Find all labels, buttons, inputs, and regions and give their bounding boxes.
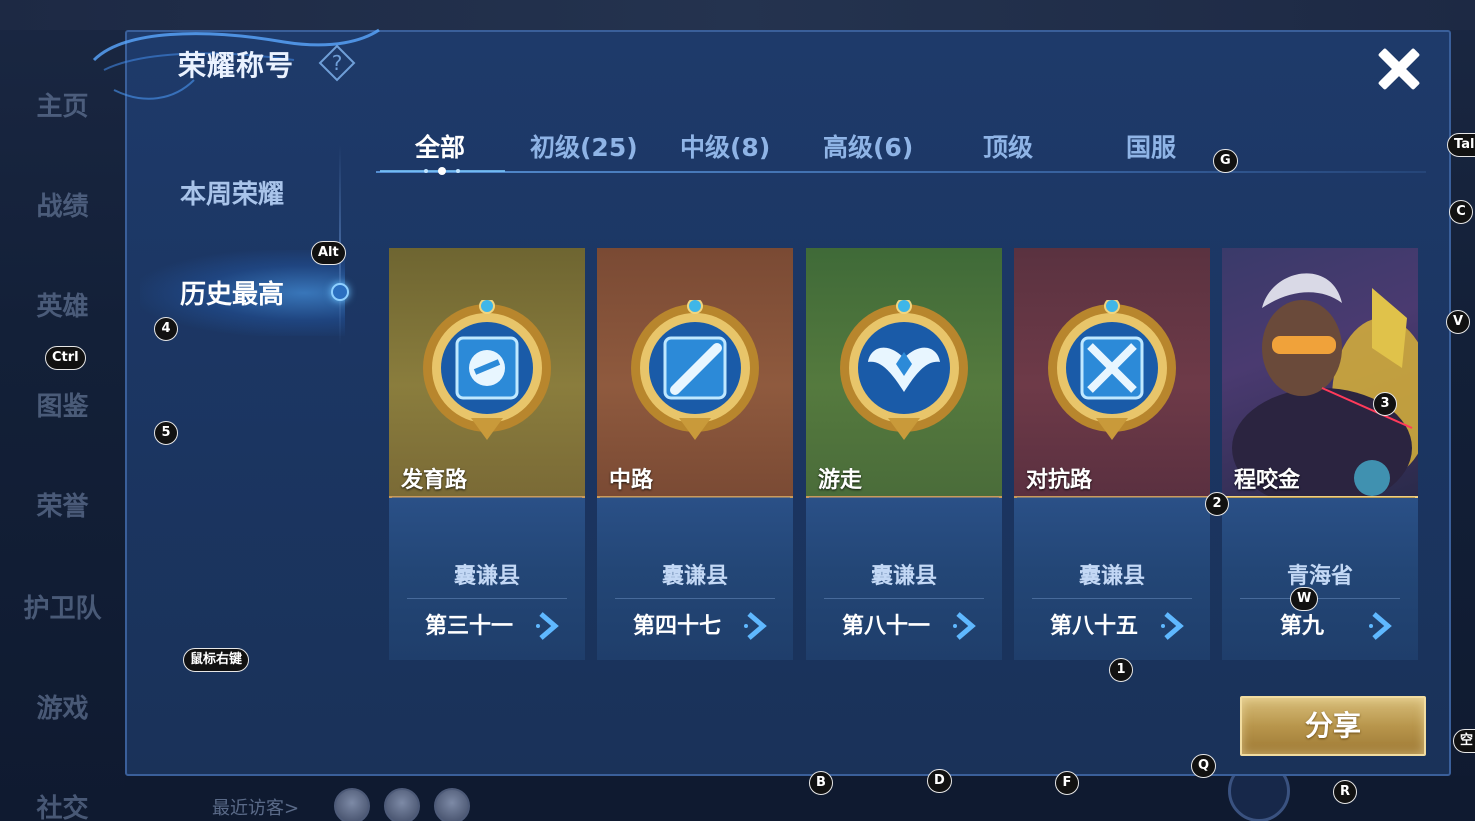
menu-heroes: 英雄 — [36, 292, 89, 322]
key-hint-1: 1 — [1109, 658, 1133, 682]
card-region: 囊谦县 — [453, 564, 520, 589]
honor-card-marksman[interactable]: 发育路 囊谦县 第三十一 — [389, 248, 585, 660]
card-divider — [1032, 598, 1192, 599]
question-icon[interactable]: ? — [318, 44, 356, 82]
panel-title: 荣耀称号 — [178, 49, 295, 82]
card-region: 囊谦县 — [1078, 564, 1145, 589]
active-tab-indicator — [380, 167, 505, 175]
card-background — [597, 248, 793, 498]
card-divider — [407, 598, 567, 599]
card-background — [806, 248, 1002, 498]
menu-gallery: 图鉴 — [36, 392, 89, 422]
card-title: 发育路 — [401, 468, 468, 493]
key-hint-3: 3 — [1373, 392, 1397, 416]
card-region: 青海省 — [1286, 564, 1353, 589]
tab-top[interactable]: 顶级 — [983, 128, 1033, 164]
card-background — [1222, 248, 1418, 498]
tab-intermediate[interactable]: 中级(8) — [680, 128, 770, 164]
card-background — [1014, 248, 1210, 498]
avatar — [334, 788, 370, 821]
key-hint-4: 4 — [154, 317, 178, 341]
menu-social: 社交 — [36, 794, 89, 821]
svg-text:?: ? — [332, 51, 343, 75]
key-hint-d: D — [927, 769, 952, 793]
chevron-right-icon — [536, 612, 559, 640]
key-hint-mouse-right: 鼠标右键 — [183, 648, 250, 672]
tab-all[interactable]: 全部 — [415, 128, 465, 164]
card-region: 囊谦县 — [870, 564, 937, 589]
honor-card-mid[interactable]: 中路 囊谦县 第四十七 — [597, 248, 793, 660]
fighter-emblem-icon — [1048, 300, 1176, 440]
menu-guard: 护卫队 — [23, 594, 102, 624]
tab-weekly-honor[interactable]: 本周荣耀 — [180, 174, 284, 211]
honor-card-fighter[interactable]: 对抗路 囊谦县 第八十五 — [1014, 248, 1210, 660]
card-divider — [824, 598, 984, 599]
recent-visitors-label: 最近访客> — [212, 798, 300, 819]
key-hint-c: C — [1449, 200, 1473, 224]
card-title: 程咬金 — [1234, 468, 1301, 493]
tab-junior[interactable]: 初级(25) — [530, 128, 638, 164]
mage-emblem-icon — [631, 300, 759, 440]
key-hint-tab: Tal — [1447, 133, 1475, 157]
tab-history-best[interactable]: 历史最高 — [180, 274, 284, 311]
hero-portrait — [1232, 273, 1418, 498]
card-title: 中路 — [609, 468, 654, 493]
key-hint-ctrl: Ctrl — [45, 346, 86, 370]
key-hint-r: R — [1333, 780, 1358, 804]
marksman-emblem-icon — [423, 300, 551, 440]
key-hint-5: 5 — [154, 421, 178, 445]
key-hint-g: G — [1213, 149, 1238, 173]
tabs-underline — [376, 171, 1426, 173]
support-emblem-icon — [840, 300, 968, 440]
card-background — [389, 248, 585, 498]
avatar — [434, 788, 470, 821]
chevron-right-icon — [953, 612, 976, 640]
chevron-right-icon — [1161, 612, 1184, 640]
key-hint-b: B — [809, 771, 833, 795]
honor-card-support[interactable]: 游走 囊谦县 第八十一 — [806, 248, 1002, 660]
chevron-right-icon — [1369, 612, 1392, 640]
chevron-right-icon — [744, 612, 767, 640]
key-hint-f: F — [1055, 771, 1079, 795]
card-divider — [1240, 598, 1400, 599]
tab-national[interactable]: 国服 — [1126, 128, 1176, 164]
active-tab-dot — [331, 283, 349, 301]
share-button[interactable]: 分享 — [1240, 696, 1426, 756]
card-title: 对抗路 — [1026, 468, 1093, 493]
menu-record: 战绩 — [36, 192, 89, 222]
honor-card-hero[interactable]: 程咬金 青海省 第九 — [1222, 248, 1418, 660]
tab-senior[interactable]: 高级(6) — [823, 128, 913, 164]
background-side-menu: 主页 战绩 英雄 图鉴 荣誉 护卫队 游戏 社交 — [0, 60, 125, 821]
close-button[interactable] — [1372, 42, 1426, 96]
key-hint-space: 空 — [1453, 729, 1475, 753]
avatar — [384, 788, 420, 821]
key-hint-alt: Alt — [311, 241, 346, 265]
key-hint-2: 2 — [1205, 492, 1229, 516]
card-region: 囊谦县 — [661, 564, 728, 589]
menu-games: 游戏 — [36, 694, 89, 724]
key-hint-q: Q — [1191, 754, 1217, 778]
card-title: 游走 — [818, 468, 863, 493]
key-hint-w: W — [1290, 587, 1319, 611]
menu-honor: 荣誉 — [36, 492, 89, 522]
key-hint-v: V — [1446, 310, 1471, 334]
card-divider — [615, 598, 775, 599]
